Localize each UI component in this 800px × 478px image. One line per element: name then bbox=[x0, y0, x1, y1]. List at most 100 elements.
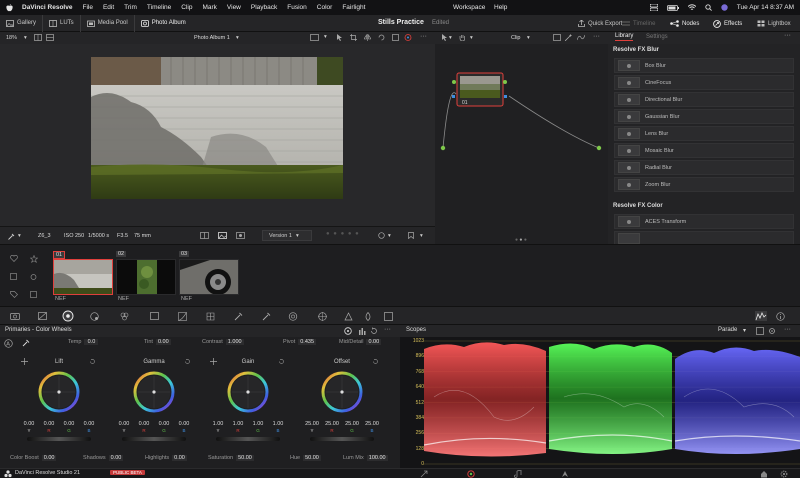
eyedropper-tool-icon[interactable] bbox=[262, 312, 271, 321]
bars-mode-icon[interactable] bbox=[358, 327, 366, 335]
photo-album-button[interactable]: Photo Album bbox=[135, 15, 192, 32]
menu-fairlight[interactable]: Fairlight bbox=[342, 4, 365, 11]
shadows-value[interactable]: 0.00 bbox=[108, 455, 124, 461]
scope-mode-select[interactable]: Parade bbox=[718, 327, 737, 333]
eyedropper-icon[interactable] bbox=[8, 233, 15, 240]
section-blur[interactable]: Resolve FX Blur bbox=[608, 44, 800, 56]
chevron-down-icon[interactable]: ▾ bbox=[527, 35, 530, 41]
color-match-icon[interactable] bbox=[38, 312, 47, 320]
shadows-control[interactable]: Shadows 0.00 bbox=[83, 455, 124, 461]
split-icon[interactable] bbox=[46, 34, 54, 41]
fx-item[interactable]: ACES Transform bbox=[614, 214, 794, 229]
gamma-values[interactable]: 0.00 0.00 0.00 0.00 bbox=[110, 421, 198, 427]
gain-wheel[interactable] bbox=[227, 371, 269, 413]
fx-item[interactable]: Directional Blur bbox=[614, 92, 794, 107]
menu-mark[interactable]: Mark bbox=[202, 4, 216, 11]
tab-library[interactable]: Library bbox=[615, 33, 634, 41]
temp-control[interactable]: Temp 0.0 bbox=[68, 339, 99, 345]
wifi-icon[interactable] bbox=[687, 4, 696, 11]
color-picker-icon[interactable] bbox=[404, 34, 412, 41]
saturation-value[interactable]: 50.00 bbox=[236, 455, 254, 461]
color-boost-value[interactable]: 0.00 bbox=[41, 455, 57, 461]
tint-value[interactable]: 0.00 bbox=[155, 339, 171, 345]
checkbox-icon[interactable] bbox=[30, 291, 37, 298]
fusion-page-icon[interactable] bbox=[420, 470, 428, 478]
quick-export-button[interactable]: Quick Export bbox=[578, 15, 622, 32]
wand-icon[interactable] bbox=[565, 34, 572, 41]
menu-view[interactable]: View bbox=[227, 4, 241, 11]
luts-button[interactable]: LUTs bbox=[43, 14, 81, 32]
menu-playback[interactable]: Playback bbox=[251, 4, 277, 11]
zoom-select[interactable]: 18% bbox=[6, 35, 17, 41]
tint-control[interactable]: Tint 0.00 bbox=[144, 339, 171, 345]
contrast-control[interactable]: Contrast 1.000 bbox=[202, 339, 244, 345]
color-boost-control[interactable]: Color Boost 0.00 bbox=[10, 455, 57, 461]
reset-icon[interactable] bbox=[378, 232, 385, 239]
window-icon[interactable] bbox=[288, 312, 298, 321]
pointer-icon[interactable] bbox=[441, 34, 447, 41]
gamma-wheel[interactable] bbox=[133, 371, 175, 413]
menu-help[interactable]: Help bbox=[494, 4, 507, 11]
highlights-value[interactable]: 0.00 bbox=[172, 455, 187, 461]
fx-item[interactable]: Radial Blur bbox=[614, 160, 794, 175]
rating-stars[interactable]: ● ● ● ● ● bbox=[326, 231, 360, 237]
timeline-button[interactable]: Timeline bbox=[622, 15, 655, 32]
heart-icon[interactable] bbox=[10, 255, 18, 262]
gamma-master-slider[interactable] bbox=[122, 437, 186, 441]
nodes-button[interactable]: Nodes bbox=[670, 15, 699, 32]
rotate-icon[interactable] bbox=[378, 34, 385, 41]
star-icon[interactable] bbox=[30, 255, 38, 263]
spline-icon[interactable] bbox=[577, 34, 585, 41]
chevron-down-icon[interactable]: ▾ bbox=[388, 233, 391, 239]
fx-item[interactable]: Zoom Blur bbox=[614, 177, 794, 192]
middetail-value[interactable]: 0.00 bbox=[366, 339, 382, 345]
color-page-icon[interactable] bbox=[467, 470, 475, 478]
lum-mix-control[interactable]: Lum Mix 100.00 bbox=[343, 455, 388, 461]
highlights-control[interactable]: Highlights 0.00 bbox=[145, 455, 187, 461]
scope-layout-icon[interactable] bbox=[756, 327, 764, 335]
menu-timeline[interactable]: Timeline bbox=[147, 4, 171, 11]
chevron-down-icon[interactable]: ▾ bbox=[324, 34, 327, 40]
node-mode-select[interactable]: Clip bbox=[511, 35, 520, 41]
chevron-down-icon[interactable]: ▾ bbox=[420, 233, 423, 239]
contrast-value[interactable]: 1.000 bbox=[225, 339, 244, 345]
pivot-value[interactable]: 0.435 bbox=[298, 339, 316, 345]
grab-still-icon[interactable] bbox=[236, 232, 245, 240]
qualifier-icon[interactable] bbox=[234, 312, 243, 321]
zoom-fit-icon[interactable] bbox=[392, 34, 399, 41]
effects-button[interactable]: Effects bbox=[713, 15, 742, 32]
offset-master-slider[interactable] bbox=[310, 437, 374, 441]
flip-icon[interactable] bbox=[364, 34, 371, 41]
menu-trim[interactable]: Trim bbox=[124, 4, 137, 11]
fx-item[interactable] bbox=[614, 231, 794, 244]
image-icon[interactable] bbox=[218, 232, 227, 240]
flag-icon[interactable] bbox=[10, 273, 17, 280]
more-icon[interactable]: ··· bbox=[593, 33, 600, 40]
scope-settings-icon[interactable] bbox=[768, 327, 776, 335]
magic-mask-icon[interactable] bbox=[344, 312, 353, 321]
menu-clip[interactable]: Clip bbox=[181, 4, 192, 11]
album-select[interactable]: Photo Album 1 bbox=[194, 35, 230, 41]
gain-values[interactable]: 1.00 1.00 1.00 1.00 bbox=[204, 421, 292, 427]
apple-icon[interactable] bbox=[6, 3, 13, 12]
motion-effects-icon[interactable] bbox=[150, 312, 159, 320]
offset-wheel[interactable] bbox=[321, 371, 363, 413]
chevron-down-icon[interactable]: ▾ bbox=[24, 35, 27, 41]
fx-item[interactable]: Mosaic Blur bbox=[614, 143, 794, 158]
auto-balance-icon[interactable]: A bbox=[4, 339, 13, 348]
apple-filter-icon[interactable] bbox=[30, 273, 37, 280]
viewer-mode-icon[interactable] bbox=[34, 34, 42, 41]
crop-icon[interactable] bbox=[350, 34, 357, 41]
rgb-mixer-icon[interactable] bbox=[120, 312, 129, 321]
chevron-down-icon[interactable]: ▾ bbox=[18, 233, 21, 239]
menu-fusion[interactable]: Fusion bbox=[287, 4, 307, 11]
reset-panel-icon[interactable] bbox=[370, 327, 378, 335]
offset-values[interactable]: 25.00 25.00 25.00 25.00 bbox=[298, 421, 386, 427]
fx-item[interactable]: Gaussian Blur bbox=[614, 109, 794, 124]
lift-values[interactable]: 0.00 0.00 0.00 0.00 bbox=[15, 421, 103, 427]
clip-thumbnail-2[interactable] bbox=[116, 259, 176, 295]
control-center-icon[interactable] bbox=[649, 4, 658, 11]
node-editor[interactable]: 01 ● ● ● bbox=[435, 44, 608, 244]
tab-settings[interactable]: Settings bbox=[646, 34, 668, 40]
clip-thumbnail-3[interactable] bbox=[179, 259, 239, 295]
